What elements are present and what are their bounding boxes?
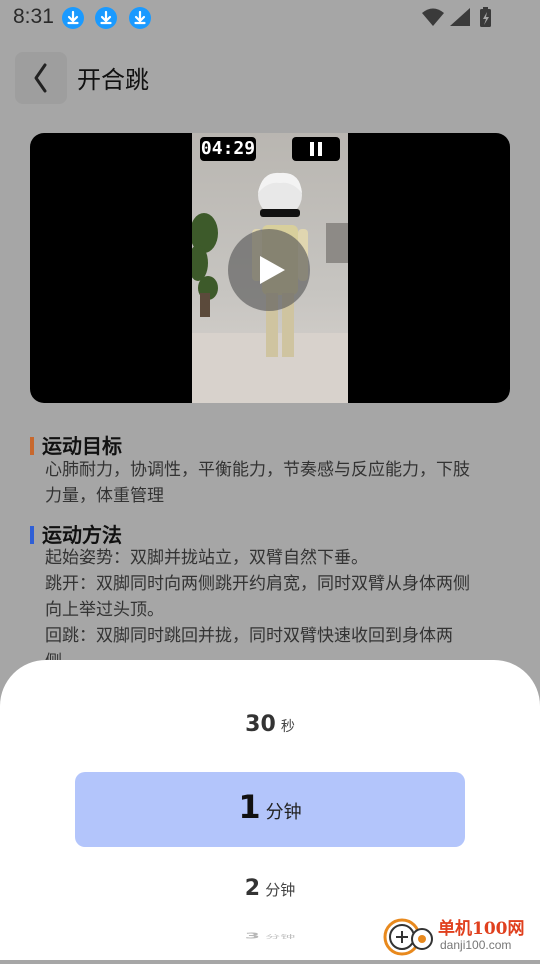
text-line: 心肺耐力，协调性，平衡能力，节奏感与反应能力，下肢 [45, 460, 470, 480]
battery-icon [480, 7, 491, 27]
signal-icon [450, 8, 470, 26]
section-accent-bar [30, 526, 34, 544]
picker-option-number: 1 [238, 788, 261, 826]
picker-option-selected[interactable]: 1 分钟 [0, 788, 540, 826]
system-status-icons [422, 7, 491, 27]
section-goal-title: 运动目标 [30, 430, 122, 459]
watermark-logo: 单机100网 danji100.com [380, 910, 540, 960]
section-method-title: 运动方法 [30, 519, 122, 548]
download-notification-icon [62, 7, 84, 29]
picker-option[interactable]: 30 秒 [0, 712, 540, 737]
back-button[interactable] [15, 52, 67, 104]
text-line: 回跳：双脚同时跳回并拢，同时双臂快速收回到身体两 [45, 626, 453, 646]
watermark-domain: danji100.com [440, 938, 512, 952]
pause-indicator [292, 137, 340, 161]
section-accent-bar [30, 437, 34, 455]
play-icon [260, 256, 285, 284]
page-title: 开合跳 [77, 66, 149, 94]
status-time: 8:31 [13, 5, 54, 28]
wifi-icon [422, 8, 444, 26]
section-method-body: 起始姿势：双脚并拢站立，双臂自然下垂。 跳开：双脚同时向两侧跳开约肩宽，同时双臂… [45, 545, 515, 675]
status-bar: 8:31 [0, 0, 540, 36]
picker-option-unit: 分钟 [265, 933, 296, 941]
picker-option[interactable]: 2 分钟 [0, 876, 540, 901]
text-line: 跳开：双脚同时向两侧跳开约肩宽，同时双臂从身体两侧 [45, 574, 470, 594]
chevron-left-icon [34, 63, 47, 93]
section-title-text: 运动目标 [42, 434, 122, 458]
picker-option-number: 30 [245, 712, 276, 737]
picker-option-number: 2 [244, 876, 261, 901]
watermark-brand: 单机100网 [438, 919, 525, 939]
pause-icon [310, 142, 322, 156]
picker-option-unit: 分钟 [265, 802, 302, 823]
video-player[interactable]: 04:29 [30, 133, 510, 403]
exercise-timer: 04:29 [200, 137, 256, 161]
video-frame: 04:29 [192, 133, 348, 403]
text-line: 起始姿势：双脚并拢站立，双臂自然下垂。 [45, 548, 368, 568]
section-goal-body: 心肺耐力，协调性，平衡能力，节奏感与反应能力，下肢 力量，体重管理 [45, 457, 515, 509]
picker-option-number: 3 [244, 932, 261, 941]
download-notification-icon [129, 7, 151, 29]
play-button[interactable] [228, 229, 310, 311]
picker-option-unit: 秒 [280, 719, 295, 735]
text-line: 向上举过头顶。 [45, 600, 164, 620]
section-title-text: 运动方法 [42, 523, 122, 547]
picker-option-unit: 分钟 [265, 881, 296, 899]
download-notification-icon [95, 7, 117, 29]
text-line: 力量，体重管理 [45, 486, 164, 506]
